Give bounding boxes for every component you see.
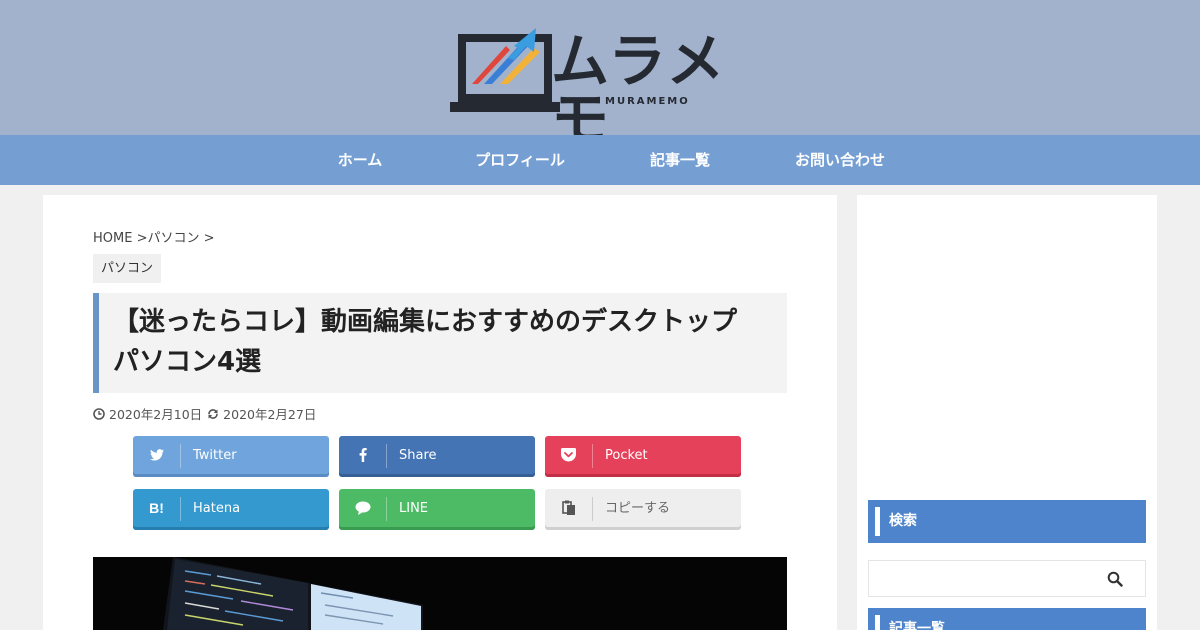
global-nav: ホーム プロフィール 記事一覧 お問い合わせ (0, 135, 1200, 185)
breadcrumb-separator: > (203, 231, 215, 246)
share-facebook-button[interactable]: Share (339, 436, 535, 477)
article-title-box: 【迷ったらコレ】動画編集におすすめのデスクトップ パソコン4選 (93, 293, 787, 393)
updated-date: 2020年2月27日 (223, 407, 317, 422)
sidebar-recent-heading: 記事一覧 (868, 608, 1146, 630)
facebook-icon (359, 448, 367, 462)
pocket-icon (561, 448, 576, 462)
share-facebook-label: Share (399, 448, 437, 463)
nav-item-profile[interactable]: プロフィール (440, 135, 600, 185)
search-input[interactable] (868, 560, 1146, 597)
sidebar: 検索 記事一覧 (857, 195, 1157, 630)
share-copy-button[interactable]: コピーする (545, 489, 741, 530)
share-hatena-label: Hatena (193, 501, 241, 516)
nav-item-home[interactable]: ホーム (280, 135, 440, 185)
sidebar-search-heading: 検索 (868, 500, 1146, 543)
share-pocket-label: Pocket (605, 448, 648, 463)
sidebar-ad-space (857, 195, 1157, 490)
copy-icon (561, 500, 575, 515)
category-tag[interactable]: パソコン (93, 254, 162, 283)
article-hero-image (93, 557, 787, 630)
article-dates: 2020年2月10日 2020年2月27日 (93, 404, 316, 423)
breadcrumb: HOME >パソコン > (93, 227, 215, 246)
article-title-line-1: 【迷ったらコレ】動画編集におすすめのデスクトップ (113, 307, 738, 337)
hatena-icon: B! (149, 500, 164, 516)
logo-text: ムラメモ (551, 27, 727, 153)
share-line-button[interactable]: LINE (339, 489, 535, 530)
clock-icon (93, 407, 105, 420)
published-date: 2020年2月10日 (109, 407, 203, 422)
share-twitter-button[interactable]: Twitter (133, 436, 329, 477)
main-content: HOME >パソコン > パソコン 【迷ったらコレ】動画編集におすすめのデスクト… (43, 195, 837, 630)
share-line-label: LINE (399, 501, 429, 516)
article-title-line-2: パソコン4選 (113, 347, 262, 377)
nav-item-articles[interactable]: 記事一覧 (600, 135, 760, 185)
nav-item-contact[interactable]: お問い合わせ (760, 135, 920, 185)
site-logo[interactable]: ムラメモ MURAMEMO (448, 24, 748, 148)
breadcrumb-separator: > (136, 231, 148, 246)
share-pocket-button[interactable]: Pocket (545, 436, 741, 477)
share-hatena-button[interactable]: B! Hatena (133, 489, 329, 530)
breadcrumb-category[interactable]: パソコン (148, 231, 200, 246)
logo-subtitle: MURAMEMO (605, 96, 690, 107)
search-icon[interactable] (1107, 571, 1123, 587)
article-title: 【迷ったらコレ】動画編集におすすめのデスクトップ パソコン4選 (113, 302, 783, 382)
recent-heading-text: 記事一覧 (889, 621, 945, 630)
code-laptop-image (163, 557, 423, 630)
share-copy-label: コピーする (605, 501, 671, 516)
refresh-icon (208, 408, 218, 419)
site-header: ムラメモ MURAMEMO (0, 0, 1200, 148)
breadcrumb-home[interactable]: HOME (93, 231, 132, 246)
twitter-icon (149, 449, 164, 461)
laptop-chart-icon (450, 28, 560, 112)
share-twitter-label: Twitter (193, 448, 237, 463)
search-heading-text: 検索 (889, 513, 917, 529)
line-icon (355, 501, 370, 515)
